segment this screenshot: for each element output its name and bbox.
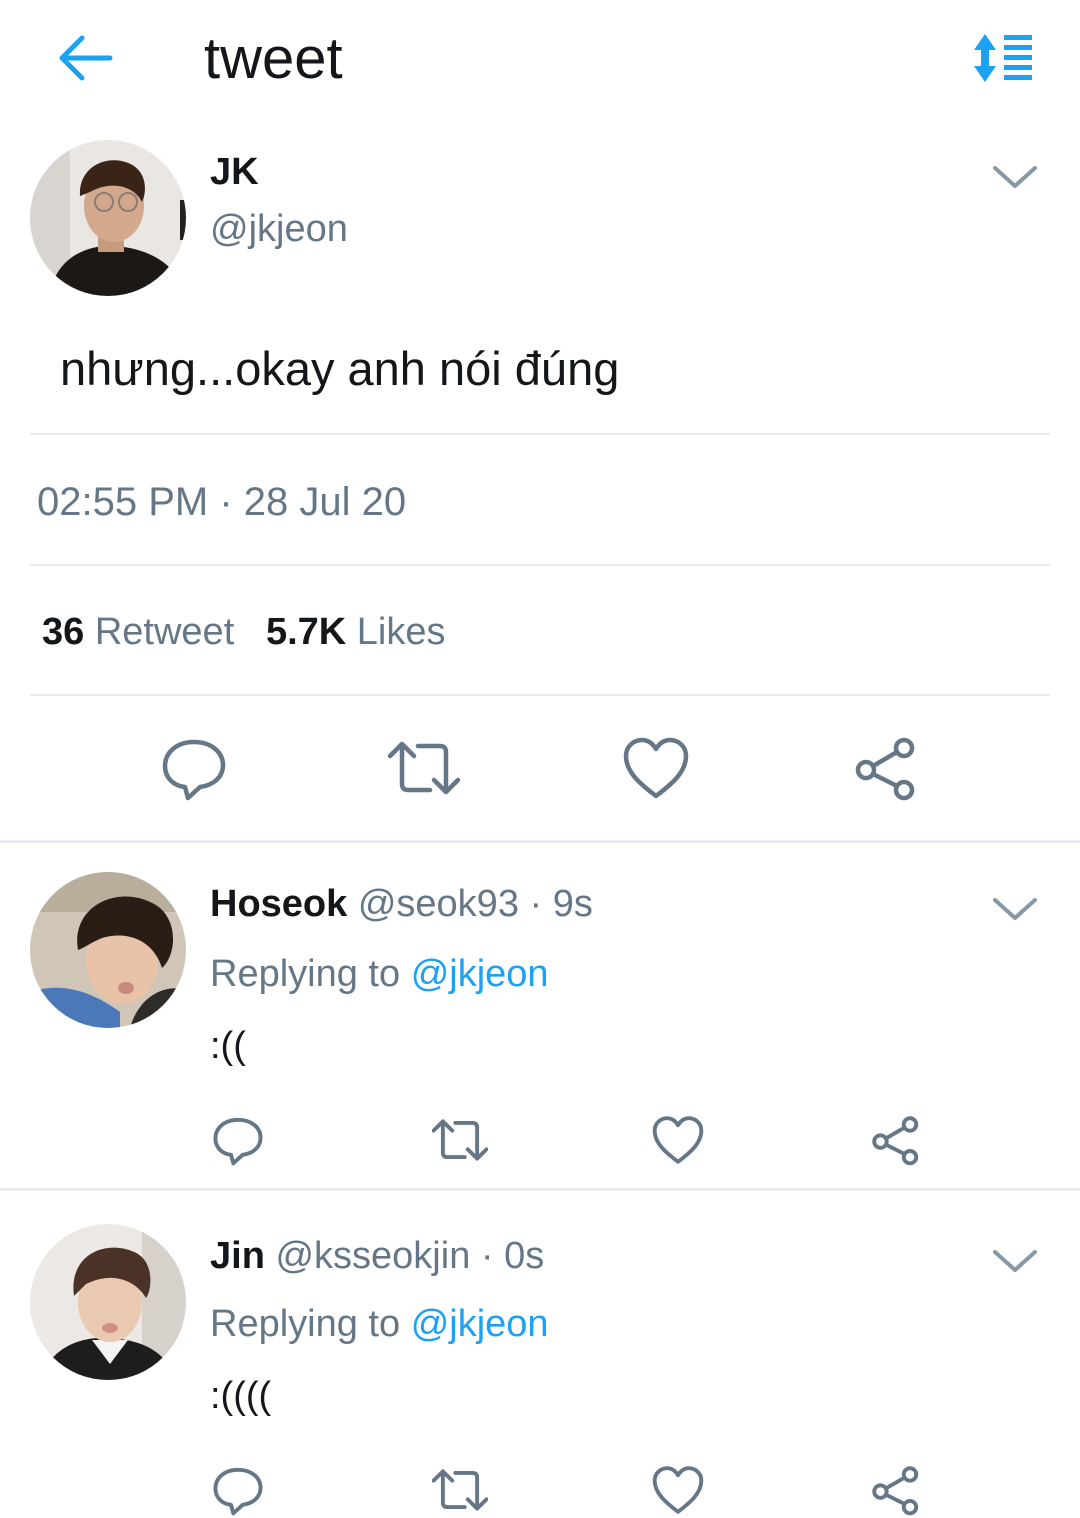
reply-text: :(( <box>210 1025 246 1067</box>
page-title: tweet <box>204 26 343 91</box>
heart-icon[interactable] <box>650 1112 706 1168</box>
replying-to-prefix: Replying to <box>210 1303 401 1345</box>
likes-label: Likes <box>356 611 446 653</box>
like-count: 5.7K <box>265 611 347 653</box>
retweet-count: 36 <box>42 611 85 653</box>
replying-to: Replying to @jkjeon <box>210 950 549 998</box>
tweet-timestamp: 02:55 PM · 28 Jul 20 <box>37 480 407 524</box>
reply-author-name[interactable]: Hoseok <box>210 883 347 925</box>
retweet-label: Retweet <box>94 611 235 653</box>
heart-icon[interactable] <box>650 1462 706 1518</box>
retweet-icon[interactable] <box>432 1112 488 1168</box>
chevron-down-icon[interactable] <box>990 162 1040 192</box>
tweet-text: nhưng...okay anh nói đúng <box>60 342 620 395</box>
retweet-stat[interactable]: 36 Retweet <box>42 611 234 653</box>
reply-header: Hoseok @seok93 · 9s <box>210 880 593 928</box>
avatar[interactable] <box>30 140 186 296</box>
divider <box>30 694 1050 696</box>
reply-author-name[interactable]: Jin <box>210 1235 265 1277</box>
author-name[interactable]: JK <box>210 150 259 194</box>
divider <box>30 433 1050 435</box>
speech-bubble-icon[interactable] <box>210 1462 266 1518</box>
reply-time: · 0s <box>480 1235 545 1277</box>
reply-author-handle[interactable]: @ksseokjin <box>275 1235 470 1277</box>
replying-to-prefix: Replying to <box>210 953 401 995</box>
share-icon[interactable] <box>868 1112 924 1168</box>
retweet-icon[interactable] <box>432 1462 488 1518</box>
reply-header: Jin @ksseokjin · 0s <box>210 1232 544 1280</box>
share-icon[interactable] <box>850 732 922 804</box>
author-handle[interactable]: @jkjeon <box>210 206 348 252</box>
speech-bubble-icon[interactable] <box>210 1112 266 1168</box>
chevron-down-icon[interactable] <box>990 894 1040 924</box>
reply-time: · 9s <box>529 883 593 925</box>
divider <box>0 840 1080 843</box>
share-icon[interactable] <box>868 1462 924 1518</box>
heart-icon[interactable] <box>620 732 692 804</box>
divider <box>30 564 1050 566</box>
retweet-icon[interactable] <box>388 732 460 804</box>
tweet-stats: 36 Retweet 5.7K Likes <box>42 608 446 656</box>
divider <box>0 1188 1080 1191</box>
avatar[interactable] <box>30 1224 186 1380</box>
replying-to-link[interactable]: @jkjeon <box>411 1303 549 1345</box>
reply-author-handle[interactable]: @seok93 <box>358 883 519 925</box>
avatar[interactable] <box>30 872 186 1028</box>
replying-to-link[interactable]: @jkjeon <box>411 953 549 995</box>
sort-list-icon[interactable] <box>966 30 1038 86</box>
arrow-left-icon[interactable] <box>52 30 116 86</box>
speech-bubble-icon[interactable] <box>158 732 230 804</box>
likes-stat[interactable]: 5.7K Likes <box>266 611 446 653</box>
replying-to: Replying to @jkjeon <box>210 1300 549 1348</box>
reply-text: :(((( <box>210 1375 272 1417</box>
chevron-down-icon[interactable] <box>990 1246 1040 1276</box>
